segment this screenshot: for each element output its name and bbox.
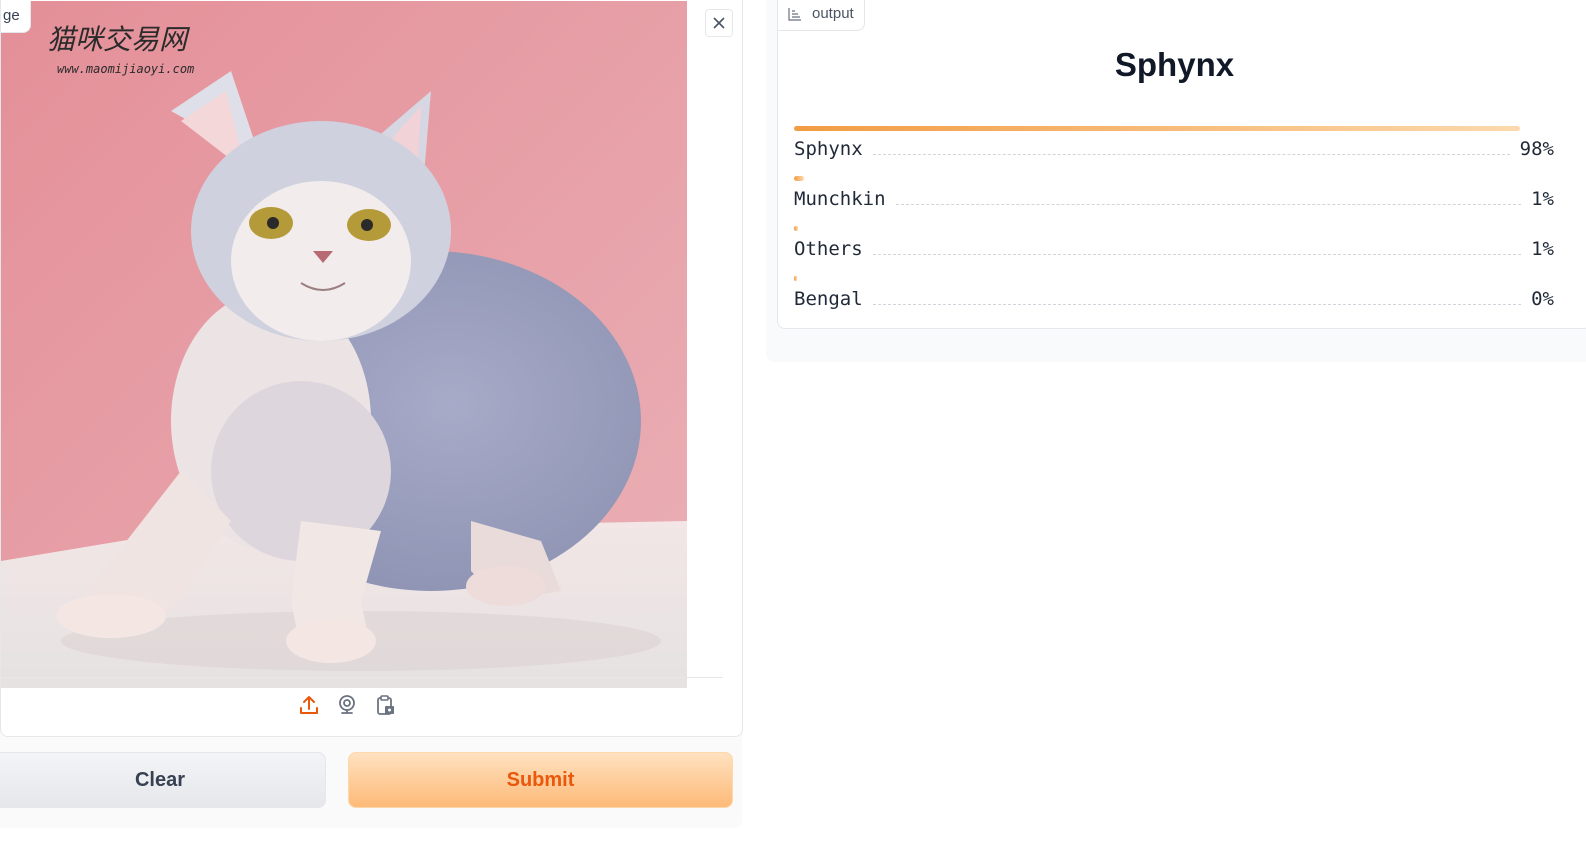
image-toolbar-divider [1, 677, 723, 678]
bar-chart-icon [788, 7, 801, 21]
confidence-leader [895, 191, 1522, 205]
close-icon [713, 17, 725, 29]
confidence-item: Others 1% [794, 224, 1554, 274]
confidence-percent: 98% [1519, 138, 1554, 160]
confidence-bar [794, 276, 797, 281]
upload-source-button[interactable] [297, 693, 321, 717]
output-label-tab: output [777, 0, 865, 31]
confidence-label: Munchkin [794, 188, 886, 210]
confidence-item: Sphynx 98% [794, 124, 1554, 174]
confidence-row: Sphynx 98% [794, 138, 1554, 164]
confidence-bar [794, 126, 1520, 131]
clear-image-button[interactable] [705, 9, 733, 37]
output-label-text: output [812, 5, 854, 22]
sphynx-cat-photo: 猫咪交易网 www.maomijiaoyi.com [1, 1, 687, 688]
image-input-block: 猫咪交易网 www.maomijiaoyi.com ge [0, 0, 743, 737]
confidence-row: Others 1% [794, 238, 1554, 264]
webcam-icon [339, 695, 355, 714]
confidence-bar [794, 176, 804, 181]
confidence-leader [872, 141, 1510, 155]
upload-icon [300, 696, 318, 714]
webcam-source-button[interactable] [335, 693, 359, 717]
image-label-tab: ge [1, 1, 31, 33]
image-source-toolbar [297, 693, 397, 717]
submit-button-label: Submit [506, 768, 575, 791]
uploaded-cat-image: 猫咪交易网 www.maomijiaoyi.com [1, 1, 687, 688]
app-root: 猫咪交易网 www.maomijiaoyi.com ge Clear Submi… [0, 0, 1586, 845]
confidence-leader [872, 291, 1522, 305]
confidence-row: Bengal 0% [794, 288, 1554, 314]
confidence-item: Munchkin 1% [794, 174, 1554, 224]
confidence-item: Bengal 0% [794, 274, 1554, 324]
confidence-list: Sphynx 98% Munchkin 1% Others 1% Bengal 0% [794, 124, 1554, 324]
clipboard-icon [377, 695, 394, 715]
watermark-title: 猫咪交易网 [47, 23, 191, 56]
confidence-label: Sphynx [794, 138, 863, 160]
confidence-row: Munchkin 1% [794, 188, 1554, 214]
confidence-label: Bengal [794, 288, 863, 310]
clipboard-source-button[interactable] [373, 693, 397, 717]
watermark-url: www.maomijiaoyi.com [57, 62, 194, 76]
confidence-bar [794, 226, 798, 231]
predicted-label: Sphynx [1114, 46, 1235, 83]
confidence-label: Others [794, 238, 863, 260]
image-label-text: ge [3, 7, 20, 24]
confidence-percent: 1% [1531, 188, 1554, 210]
confidence-percent: 0% [1531, 288, 1554, 310]
clear-button-label: Clear [134, 768, 186, 791]
submit-button[interactable]: Submit [348, 752, 733, 808]
confidence-leader [872, 241, 1522, 255]
confidence-percent: 1% [1531, 238, 1554, 260]
clear-button[interactable]: Clear [0, 752, 326, 808]
